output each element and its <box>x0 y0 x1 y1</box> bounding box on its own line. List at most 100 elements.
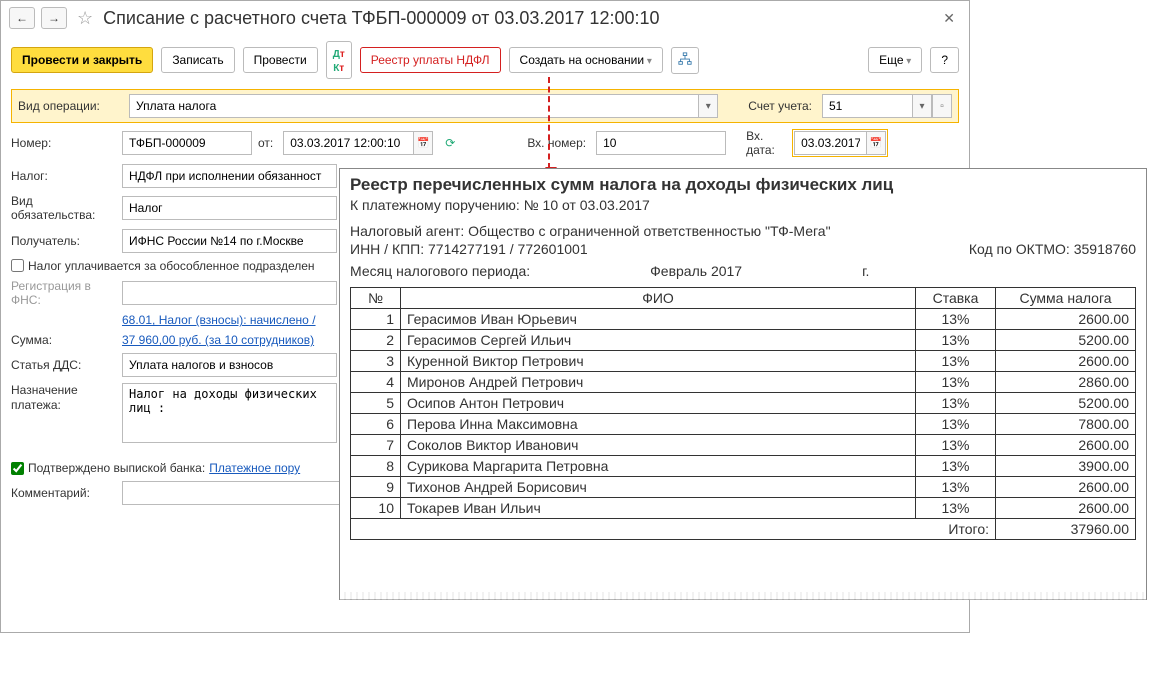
separate-unit-label: Налог уплачивается за обособленное подра… <box>28 259 315 273</box>
cell-fio: Куренной Виктор Петрович <box>401 351 916 372</box>
in-date-calendar-icon[interactable]: 📅 <box>866 131 886 155</box>
structure-button[interactable] <box>671 47 699 74</box>
in-date-label: Вх. дата: <box>746 129 786 158</box>
debit-credit-button[interactable]: ДтКт <box>326 41 352 79</box>
number-input[interactable] <box>122 131 252 155</box>
report-period-label: Месяц налогового периода: <box>350 263 530 279</box>
cell-num: 7 <box>351 435 401 456</box>
from-label: от: <box>258 136 273 150</box>
cell-amount: 2600.00 <box>996 309 1136 330</box>
nav-back-button[interactable]: ← <box>9 7 35 29</box>
help-button[interactable]: ? <box>930 47 959 73</box>
cell-rate: 13% <box>916 351 996 372</box>
fns-reg-input[interactable] <box>122 281 337 305</box>
account-label: Счет учета: <box>748 99 812 113</box>
tax-input[interactable] <box>122 164 337 188</box>
op-type-dropdown-icon[interactable]: ▾ <box>698 94 718 118</box>
in-date-input[interactable] <box>794 131 866 155</box>
sum-link[interactable]: 37 960,00 руб. (за 10 сотрудников) <box>122 333 314 347</box>
cell-num: 8 <box>351 456 401 477</box>
tax-accrued-link[interactable]: 68.01, Налог (взносы): начислено / <box>122 313 316 327</box>
cell-fio: Герасимов Сергей Ильич <box>401 330 916 351</box>
cell-num: 1 <box>351 309 401 330</box>
sum-label: Сумма: <box>11 333 116 347</box>
report-period-value: Февраль 2017 <box>650 263 742 279</box>
cell-num: 5 <box>351 393 401 414</box>
cell-fio: Осипов Антон Петрович <box>401 393 916 414</box>
cell-rate: 13% <box>916 414 996 435</box>
purpose-textarea[interactable]: Налог на доходы физических лиц : <box>122 383 337 443</box>
col-fio: ФИО <box>401 288 916 309</box>
torn-edge <box>340 592 1146 600</box>
favorite-star-icon[interactable]: ☆ <box>77 8 93 29</box>
number-label: Номер: <box>11 136 116 150</box>
table-row: 2Герасимов Сергей Ильич13%5200.00 <box>351 330 1136 351</box>
total-value: 37960.00 <box>996 519 1136 540</box>
table-row: 3Куренной Виктор Петрович13%2600.00 <box>351 351 1136 372</box>
confirmed-label: Подтверждено выпиской банка: <box>28 461 205 475</box>
cell-num: 6 <box>351 414 401 435</box>
confirmed-checkbox[interactable] <box>11 462 24 475</box>
table-row: 9Тихонов Андрей Борисович13%2600.00 <box>351 477 1136 498</box>
post-and-close-button[interactable]: Провести и закрыть <box>11 47 153 73</box>
cell-rate: 13% <box>916 309 996 330</box>
cell-num: 10 <box>351 498 401 519</box>
toolbar: Провести и закрыть Записать Провести ДтК… <box>1 35 969 85</box>
tax-label: Налог: <box>11 169 116 183</box>
nav-forward-button[interactable]: → <box>41 7 67 29</box>
post-button[interactable]: Провести <box>243 47 318 73</box>
cell-rate: 13% <box>916 393 996 414</box>
calendar-icon[interactable]: 📅 <box>413 131 433 155</box>
cell-rate: 13% <box>916 456 996 477</box>
table-row: 5Осипов Антон Петрович13%5200.00 <box>351 393 1136 414</box>
account-dropdown-icon[interactable]: ▾ <box>912 94 932 118</box>
dds-input[interactable] <box>122 353 337 377</box>
recipient-input[interactable] <box>122 229 337 253</box>
dds-label: Статья ДДС: <box>11 358 116 372</box>
col-rate: Ставка <box>916 288 996 309</box>
date-input[interactable] <box>283 131 413 155</box>
cell-amount: 2600.00 <box>996 498 1136 519</box>
col-num: № <box>351 288 401 309</box>
report-agent: Налоговый агент: Общество с ограниченной… <box>350 223 1136 239</box>
report-overlay: Реестр перечисленных сумм налога на дохо… <box>339 168 1147 600</box>
structure-icon <box>678 52 692 66</box>
report-table: № ФИО Ставка Сумма налога 1Герасимов Ива… <box>350 287 1136 540</box>
cell-rate: 13% <box>916 498 996 519</box>
cell-amount: 2860.00 <box>996 372 1136 393</box>
in-number-input[interactable] <box>596 131 726 155</box>
account-open-icon[interactable]: ▫ <box>932 94 952 118</box>
table-row: 8Сурикова Маргарита Петровна13%3900.00 <box>351 456 1136 477</box>
callout-arrow <box>548 77 550 169</box>
report-inn-kpp: ИНН / КПП: 7714277191 / 772601001 <box>350 241 588 257</box>
cell-fio: Сурикова Маргарита Петровна <box>401 456 916 477</box>
more-button[interactable]: Еще <box>868 47 922 73</box>
op-type-input[interactable] <box>129 94 698 118</box>
purpose-label: Назначение платежа: <box>11 383 116 412</box>
cell-amount: 2600.00 <box>996 351 1136 372</box>
separate-unit-checkbox[interactable] <box>11 259 24 272</box>
cell-fio: Миронов Андрей Петрович <box>401 372 916 393</box>
close-button[interactable]: ✕ <box>937 8 961 29</box>
refresh-icon[interactable]: ⟳ <box>445 136 455 150</box>
table-row: 6Перова Инна Максимовна13%7800.00 <box>351 414 1136 435</box>
cell-amount: 2600.00 <box>996 477 1136 498</box>
cell-amount: 2600.00 <box>996 435 1136 456</box>
fns-reg-label: Регистрация в ФНС: <box>11 279 116 308</box>
table-row: 1Герасимов Иван Юрьевич13%2600.00 <box>351 309 1136 330</box>
in-number-label: Вх. номер: <box>527 136 586 150</box>
report-oktmo: Код по ОКТМО: 35918760 <box>969 241 1136 257</box>
cell-rate: 13% <box>916 330 996 351</box>
account-input[interactable] <box>822 94 912 118</box>
cell-rate: 13% <box>916 372 996 393</box>
ndfl-registry-button[interactable]: Реестр уплаты НДФЛ <box>360 47 501 73</box>
save-button[interactable]: Записать <box>161 47 234 73</box>
obligation-type-input[interactable] <box>122 196 337 220</box>
cell-fio: Тихонов Андрей Борисович <box>401 477 916 498</box>
payment-order-link[interactable]: Платежное пору <box>209 461 300 475</box>
cell-num: 3 <box>351 351 401 372</box>
cell-num: 2 <box>351 330 401 351</box>
create-based-on-button[interactable]: Создать на основании <box>509 47 663 73</box>
table-row: 10Токарев Иван Ильич13%2600.00 <box>351 498 1136 519</box>
cell-rate: 13% <box>916 477 996 498</box>
